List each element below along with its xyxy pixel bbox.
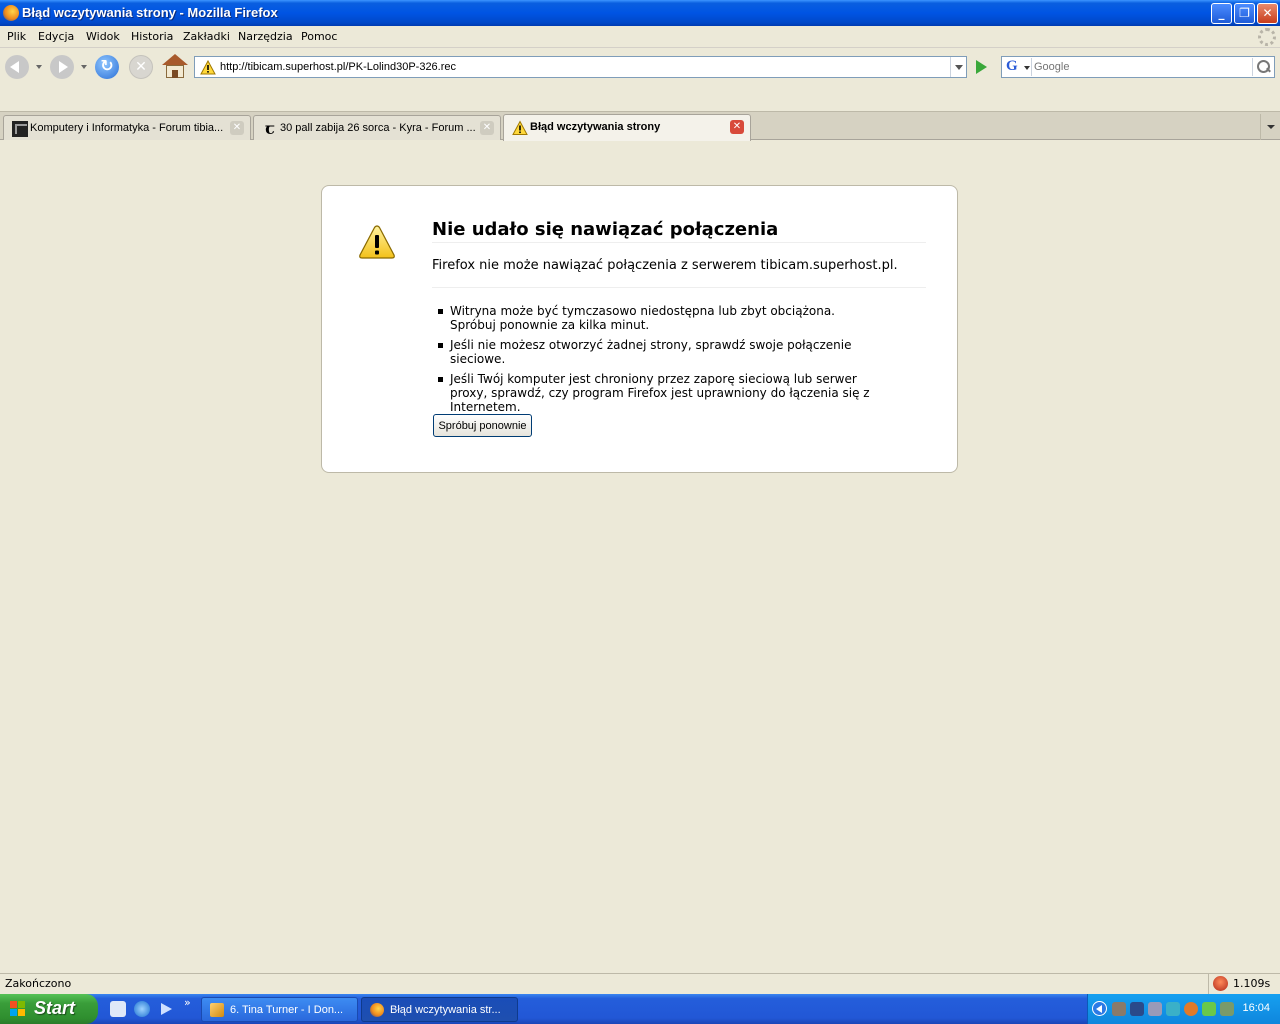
media-player-icon xyxy=(210,1003,224,1017)
list-item: Jeśli nie możesz otworzyć żadnej strony,… xyxy=(438,338,880,366)
tray-app-icon[interactable] xyxy=(1184,1002,1198,1016)
back-button[interactable] xyxy=(5,55,29,79)
error-box: Nie udało się nawiązać połączenia Firefo… xyxy=(321,185,958,473)
error-title: Nie udało się nawiązać połączenia xyxy=(432,219,926,243)
warning-icon xyxy=(200,60,216,75)
menu-pomoc[interactable]: Pomoc xyxy=(301,30,337,43)
go-button[interactable] xyxy=(971,58,991,76)
home-button[interactable] xyxy=(162,54,188,80)
warning-icon xyxy=(359,225,395,259)
tab-error-page[interactable]: Błąd wczytywania strony ✕ xyxy=(503,114,751,141)
tab-label: Błąd wczytywania strony xyxy=(530,121,661,133)
search-icon[interactable] xyxy=(1252,58,1272,76)
forward-button[interactable] xyxy=(50,55,74,79)
clock[interactable]: 16:04 xyxy=(1242,1002,1270,1014)
tab-close-button[interactable]: ✕ xyxy=(230,121,244,135)
status-bar: Zakończono 1.109s xyxy=(0,973,1280,994)
tibia-t-favicon: ꞇ xyxy=(265,119,275,138)
search-input[interactable] xyxy=(1034,59,1246,75)
page-content: Nie udało się nawiązać połączenia Firefo… xyxy=(0,141,1280,973)
status-text: Zakończono xyxy=(5,977,72,990)
home-icon xyxy=(162,54,188,65)
tab-strip: Komputery i Informatyka - Forum tibia...… xyxy=(0,112,1280,141)
tab-label: Komputery i Informatyka - Forum tibia... xyxy=(30,122,224,134)
windows-logo-icon xyxy=(10,1001,26,1017)
list-item: Jeśli Twój komputer jest chroniony przez… xyxy=(438,372,880,414)
tab-label: 30 pall zabija 26 sorca - Kyra - Forum .… xyxy=(280,122,476,134)
menu-historia[interactable]: Historia xyxy=(131,30,173,43)
tray-app-icon[interactable] xyxy=(1130,1002,1144,1016)
menu-zakladki[interactable]: Zakładki xyxy=(183,30,230,43)
minimize-button[interactable]: _ xyxy=(1211,3,1232,24)
status-panel: 1.109s xyxy=(1208,974,1280,994)
tray-app-icon[interactable] xyxy=(1202,1002,1216,1016)
taskbar-item-firefox[interactable]: Błąd wczytywania str... xyxy=(361,997,518,1022)
google-icon: G xyxy=(1006,58,1018,74)
firefox-icon xyxy=(370,1003,384,1017)
list-item: Witryna może być tymczasowo niedostępna … xyxy=(438,304,880,332)
quicklaunch-chevron[interactable]: » xyxy=(184,996,191,1009)
url-text[interactable]: http://tibicam.superhost.pl/PK-Lolind30P… xyxy=(220,61,456,73)
close-button[interactable]: ✕ xyxy=(1257,3,1278,24)
retry-button[interactable]: Spróbuj ponownie xyxy=(433,414,532,437)
search-bar: G xyxy=(1001,56,1275,78)
addon-icon[interactable] xyxy=(1213,976,1228,991)
tray-app-icon[interactable] xyxy=(1220,1002,1234,1016)
tray-expand-button[interactable] xyxy=(1092,1001,1107,1016)
tab-30-pall[interactable]: ꞇ 30 pall zabija 26 sorca - Kyra - Forum… xyxy=(253,115,501,140)
menu-widok[interactable]: Widok xyxy=(86,30,120,43)
menu-edycja[interactable]: Edycja xyxy=(38,30,74,43)
url-bar[interactable]: http://tibicam.superhost.pl/PK-Lolind30P… xyxy=(194,56,967,78)
bookmarks-toolbar xyxy=(0,86,1280,112)
taskbar-item-label: Błąd wczytywania str... xyxy=(390,1004,501,1016)
url-history-dropdown[interactable] xyxy=(950,57,966,77)
tab-close-button[interactable]: ✕ xyxy=(730,120,744,134)
tab-list-dropdown[interactable] xyxy=(1260,114,1280,140)
internet-explorer-icon[interactable] xyxy=(134,1001,150,1017)
tab-close-button[interactable]: ✕ xyxy=(480,121,494,135)
tray-app-icon[interactable] xyxy=(1112,1002,1126,1016)
throbber-icon xyxy=(1258,28,1276,46)
reload-button[interactable]: ↻ xyxy=(95,55,119,79)
start-label: Start xyxy=(34,998,76,1018)
start-button[interactable]: Start xyxy=(0,994,98,1024)
media-player-icon[interactable] xyxy=(158,1001,174,1017)
tray-app-icon[interactable] xyxy=(1148,1002,1162,1016)
tab-forum-informatyka[interactable]: Komputery i Informatyka - Forum tibia...… xyxy=(3,115,251,140)
forum-favicon xyxy=(12,121,28,137)
search-engine-selector[interactable]: G xyxy=(1004,58,1032,76)
tray-app-icon[interactable] xyxy=(1166,1002,1180,1016)
menu-bar: Plik Edycja Widok Historia Zakładki Narz… xyxy=(0,26,1280,48)
firefox-icon xyxy=(3,5,19,21)
load-time: 1.109s xyxy=(1233,977,1271,990)
back-history-dropdown[interactable] xyxy=(36,65,42,69)
window-title: Błąd wczytywania strony - Mozilla Firefo… xyxy=(22,5,278,20)
taskbar: Start » 6. Tina Turner - I Don... Błąd w… xyxy=(0,994,1280,1024)
window-titlebar[interactable]: Błąd wczytywania strony - Mozilla Firefo… xyxy=(0,0,1280,26)
menu-plik[interactable]: Plik xyxy=(7,30,26,43)
taskbar-item-label: 6. Tina Turner - I Don... xyxy=(230,1004,344,1016)
error-suggestions-list: Witryna może być tymczasowo niedostępna … xyxy=(438,304,880,420)
error-description: Firefox nie może nawiązać połączenia z s… xyxy=(432,258,926,288)
system-tray: 16:04 xyxy=(1087,994,1280,1024)
warning-icon xyxy=(512,120,528,135)
show-desktop-icon[interactable] xyxy=(110,1001,126,1017)
menu-narzedzia[interactable]: Narzędzia xyxy=(238,30,293,43)
stop-button[interactable]: ✕ xyxy=(129,55,153,79)
restore-button[interactable]: ❐ xyxy=(1234,3,1255,24)
forward-history-dropdown[interactable] xyxy=(81,65,87,69)
taskbar-item-media[interactable]: 6. Tina Turner - I Don... xyxy=(201,997,358,1022)
